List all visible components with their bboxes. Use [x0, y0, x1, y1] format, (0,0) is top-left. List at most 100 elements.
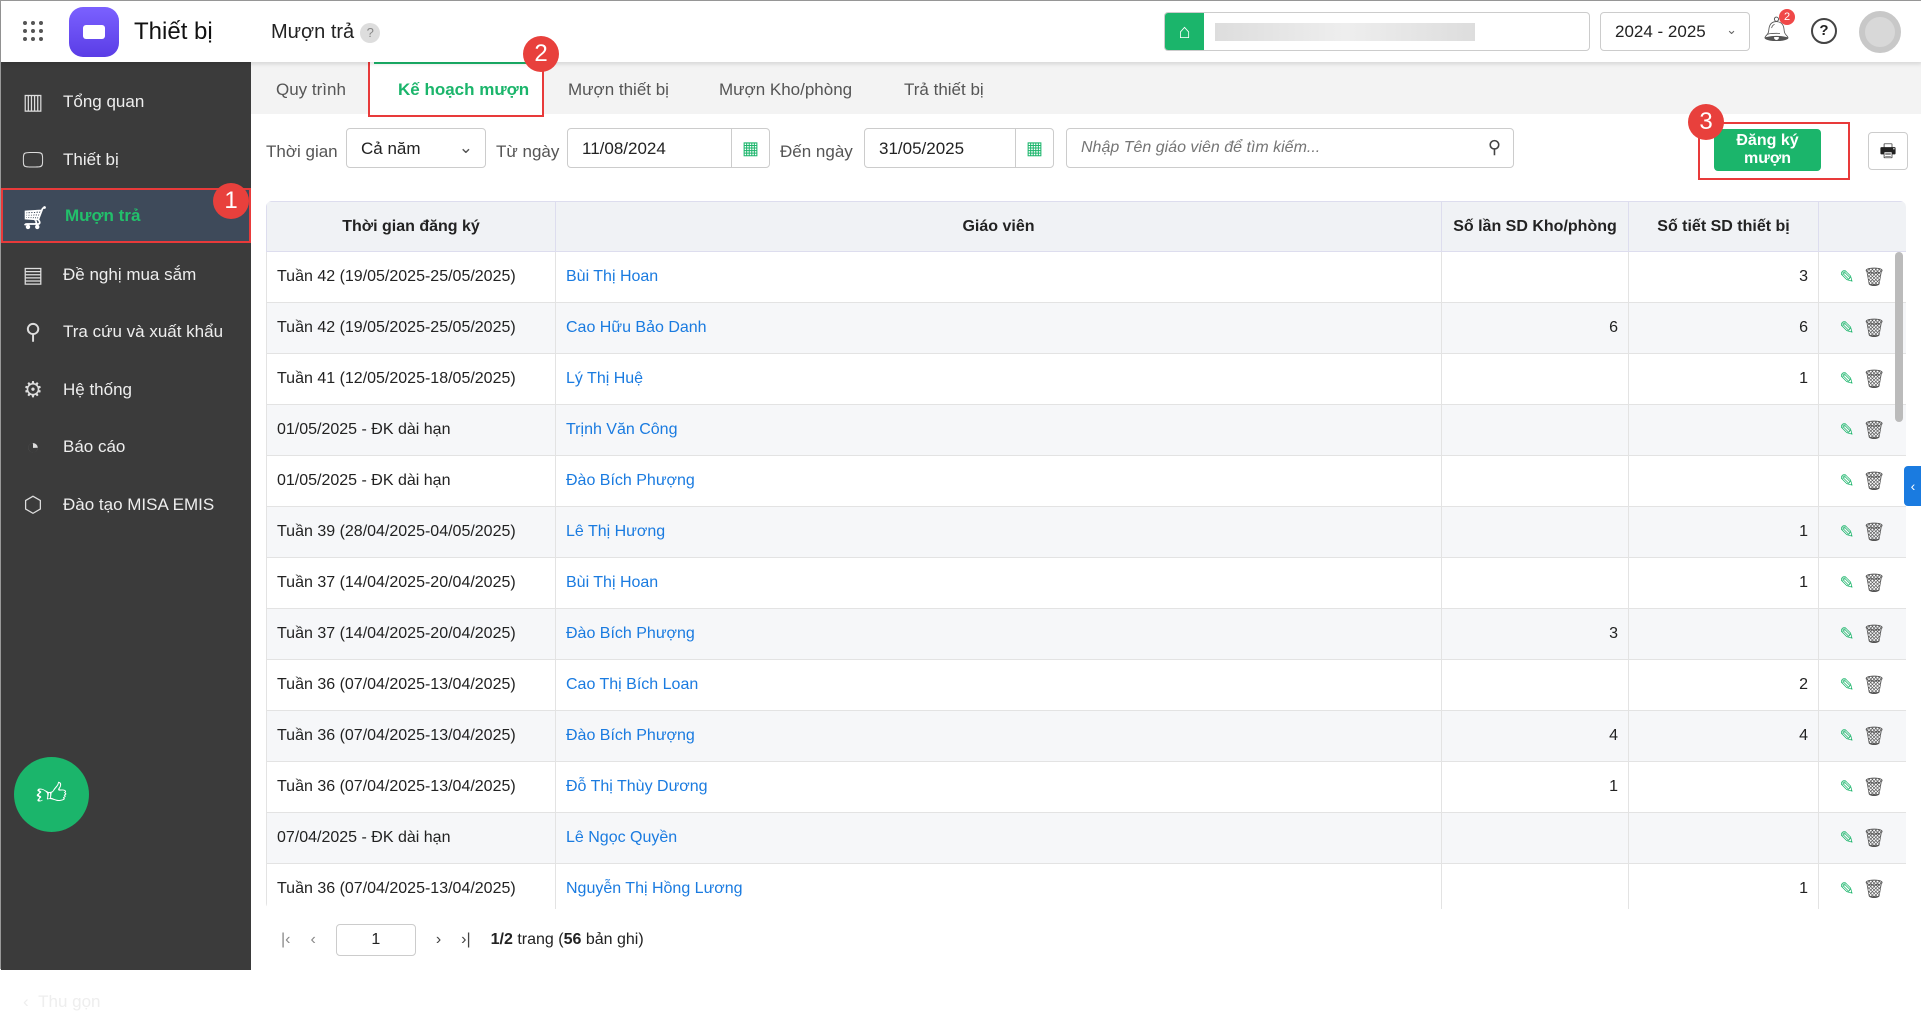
sidebar-item-training[interactable]: ⬡ Đào tạo MISA EMIS: [1, 477, 251, 532]
edit-icon[interactable]: ✎: [1840, 879, 1855, 899]
col-header-equipment-periods[interactable]: Số tiết SD thiết bị: [1628, 201, 1819, 252]
table-row[interactable]: 07/04/2025 - ĐK dài hạn Lê Ngọc Quyền ✎ 🗑︎: [266, 812, 1906, 864]
time-select[interactable]: Cả năm ⌄: [346, 128, 486, 168]
trash-icon[interactable]: 🗑︎: [1863, 879, 1886, 899]
trash-icon[interactable]: 🗑︎: [1863, 726, 1886, 746]
col-header-teacher[interactable]: Giáo viên: [555, 201, 1442, 252]
prev-page-icon[interactable]: ‹: [310, 931, 315, 949]
edit-icon[interactable]: ✎: [1840, 624, 1855, 644]
school-year-select[interactable]: 2024 - 2025 ⌄: [1600, 12, 1750, 51]
table-row[interactable]: 01/05/2025 - ĐK dài hạn Trịnh Văn Công ✎ 🗑︎: [266, 404, 1906, 456]
cell-teacher[interactable]: Bùi Thị Hoan: [555, 251, 1442, 303]
edit-icon[interactable]: ✎: [1840, 828, 1855, 848]
school-selector[interactable]: ⌂: [1164, 12, 1590, 51]
from-date-input[interactable]: 11/08/2024 ▦: [567, 128, 770, 168]
app-logo: [69, 7, 119, 57]
table-row[interactable]: Tuần 36 (07/04/2025-13/04/2025) Đỗ Thị Th…: [266, 761, 1906, 813]
last-page-icon[interactable]: ›|: [461, 931, 470, 949]
next-page-icon[interactable]: ›: [436, 931, 441, 949]
tab-borrow-room[interactable]: Mượn Kho/phòng: [719, 80, 852, 100]
cell-teacher[interactable]: Bùi Thị Hoan: [555, 557, 1442, 609]
trash-icon[interactable]: 🗑︎: [1863, 522, 1886, 542]
table-row[interactable]: 01/05/2025 - ĐK dài hạn Đào Bích Phượng ✎ 🗑…: [266, 455, 1906, 507]
table-row[interactable]: Tuần 41 (12/05/2025-18/05/2025) Lý Thị Hu…: [266, 353, 1906, 405]
edit-icon[interactable]: ✎: [1840, 573, 1855, 593]
edit-icon[interactable]: ✎: [1840, 726, 1855, 746]
table-row[interactable]: Tuần 37 (14/04/2025-20/04/2025) Bùi Thị H…: [266, 557, 1906, 609]
trash-icon[interactable]: 🗑︎: [1863, 471, 1886, 491]
trash-icon[interactable]: 🗑︎: [1863, 267, 1886, 287]
col-header-room-uses[interactable]: Số lần SD Kho/phòng: [1441, 201, 1629, 252]
cell-teacher[interactable]: Đỗ Thị Thùy Dương: [555, 761, 1442, 813]
cell-teacher[interactable]: Đào Bích Phượng: [555, 455, 1442, 507]
table-row[interactable]: Tuần 42 (19/05/2025-25/05/2025) Cao Hữu B…: [266, 302, 1906, 354]
page-number-input[interactable]: 1: [335, 924, 416, 956]
table-row[interactable]: Tuần 37 (14/04/2025-20/04/2025) Đào Bích …: [266, 608, 1906, 660]
edit-icon[interactable]: ✎: [1840, 777, 1855, 797]
tab-process[interactable]: Quy trình: [276, 80, 346, 100]
table-row[interactable]: Tuần 36 (07/04/2025-13/04/2025) Cao Thị B…: [266, 659, 1906, 711]
sidebar-item-lookup-export[interactable]: ⚲ Tra cứu và xuất khẩu: [1, 304, 251, 359]
cell-equipment-periods: [1628, 404, 1819, 456]
rating-thumbs-up-icon[interactable]: 👍︎: [14, 757, 89, 832]
edit-icon[interactable]: ✎: [1840, 267, 1855, 287]
teacher-search-input[interactable]: [1081, 130, 1471, 166]
edit-icon[interactable]: ✎: [1840, 420, 1855, 440]
tab-borrow-plan[interactable]: Kế hoạch mượn: [398, 80, 529, 100]
to-date-label: Đến ngày: [780, 142, 853, 161]
table-row[interactable]: Tuần 42 (19/05/2025-25/05/2025) Bùi Thị H…: [266, 251, 1906, 303]
trash-icon[interactable]: 🗑︎: [1863, 675, 1886, 695]
side-panel-toggle[interactable]: ‹: [1904, 466, 1921, 506]
sidebar-item-equipment[interactable]: 🖵 Thiết bị: [1, 132, 251, 187]
cell-teacher[interactable]: Cao Thị Bích Loan: [555, 659, 1442, 711]
sidebar-item-label: Đào tạo MISA EMIS: [63, 494, 215, 514]
cell-teacher[interactable]: Lê Thị Hương: [555, 506, 1442, 558]
collapse-sidebar-button[interactable]: ‹ Thu gọn: [23, 992, 101, 1012]
edit-icon[interactable]: ✎: [1840, 369, 1855, 389]
avatar[interactable]: [1859, 11, 1901, 53]
table-scrollbar[interactable]: [1895, 252, 1903, 422]
to-date-input[interactable]: 31/05/2025 ▦: [864, 128, 1054, 168]
cell-actions: ✎ 🗑︎: [1818, 404, 1906, 456]
trash-icon[interactable]: 🗑︎: [1863, 777, 1886, 797]
trash-icon[interactable]: 🗑︎: [1863, 318, 1886, 338]
cell-teacher[interactable]: Nguyễn Thị Hồng Lương: [555, 863, 1442, 909]
help-icon[interactable]: ?: [360, 22, 381, 43]
sidebar-item-reports[interactable]: ◔ Báo cáo: [1, 419, 251, 474]
col-header-time[interactable]: Thời gian đăng ký: [266, 201, 556, 252]
table-row[interactable]: Tuần 36 (07/04/2025-13/04/2025) Đào Bích …: [266, 710, 1906, 762]
trash-icon[interactable]: 🗑︎: [1863, 369, 1886, 389]
trash-icon[interactable]: 🗑︎: [1863, 573, 1886, 593]
print-button[interactable]: 🖶: [1868, 132, 1908, 170]
edit-icon[interactable]: ✎: [1840, 318, 1855, 338]
cell-teacher[interactable]: Cao Hữu Bảo Danh: [555, 302, 1442, 354]
cell-teacher[interactable]: Trịnh Văn Công: [555, 404, 1442, 456]
first-page-icon[interactable]: |‹: [281, 931, 290, 949]
pie-icon: ◔: [26, 434, 40, 459]
trash-icon[interactable]: 🗑︎: [1863, 828, 1886, 848]
tab-return-equipment[interactable]: Trả thiết bị: [904, 80, 984, 100]
calendar-icon[interactable]: ▦: [1015, 129, 1053, 167]
cell-teacher[interactable]: Đào Bích Phượng: [555, 710, 1442, 762]
tab-borrow-equipment[interactable]: Mượn thiết bị: [568, 80, 669, 100]
edit-icon[interactable]: ✎: [1840, 522, 1855, 542]
trash-icon[interactable]: 🗑︎: [1863, 420, 1886, 440]
help-circle-icon[interactable]: ?: [1811, 18, 1837, 44]
cell-actions: ✎ 🗑︎: [1818, 710, 1906, 762]
trash-icon[interactable]: 🗑︎: [1863, 624, 1886, 644]
search-icon[interactable]: ⚲: [1488, 137, 1501, 158]
edit-icon[interactable]: ✎: [1840, 471, 1855, 491]
cell-teacher[interactable]: Đào Bích Phượng: [555, 608, 1442, 660]
cell-teacher[interactable]: Lý Thị Huệ: [555, 353, 1442, 405]
calendar-icon[interactable]: ▦: [731, 129, 769, 167]
register-borrow-button[interactable]: Đăng ký mượn: [1714, 129, 1821, 171]
sidebar-item-purchase-request[interactable]: ▤ Đề nghị mua sắm: [1, 247, 251, 302]
app-grid-icon[interactable]: [23, 21, 43, 41]
table-row[interactable]: Tuần 36 (07/04/2025-13/04/2025) Nguyễn Th…: [266, 863, 1906, 909]
teacher-search[interactable]: ⚲: [1066, 128, 1514, 168]
table-row[interactable]: Tuần 39 (28/04/2025-04/05/2025) Lê Thị Hư…: [266, 506, 1906, 558]
sidebar-item-overview[interactable]: ▥ Tổng quan: [1, 74, 251, 129]
sidebar-item-system[interactable]: ⚙ Hệ thống: [1, 362, 251, 417]
edit-icon[interactable]: ✎: [1840, 675, 1855, 695]
cell-teacher[interactable]: Lê Ngọc Quyền: [555, 812, 1442, 864]
